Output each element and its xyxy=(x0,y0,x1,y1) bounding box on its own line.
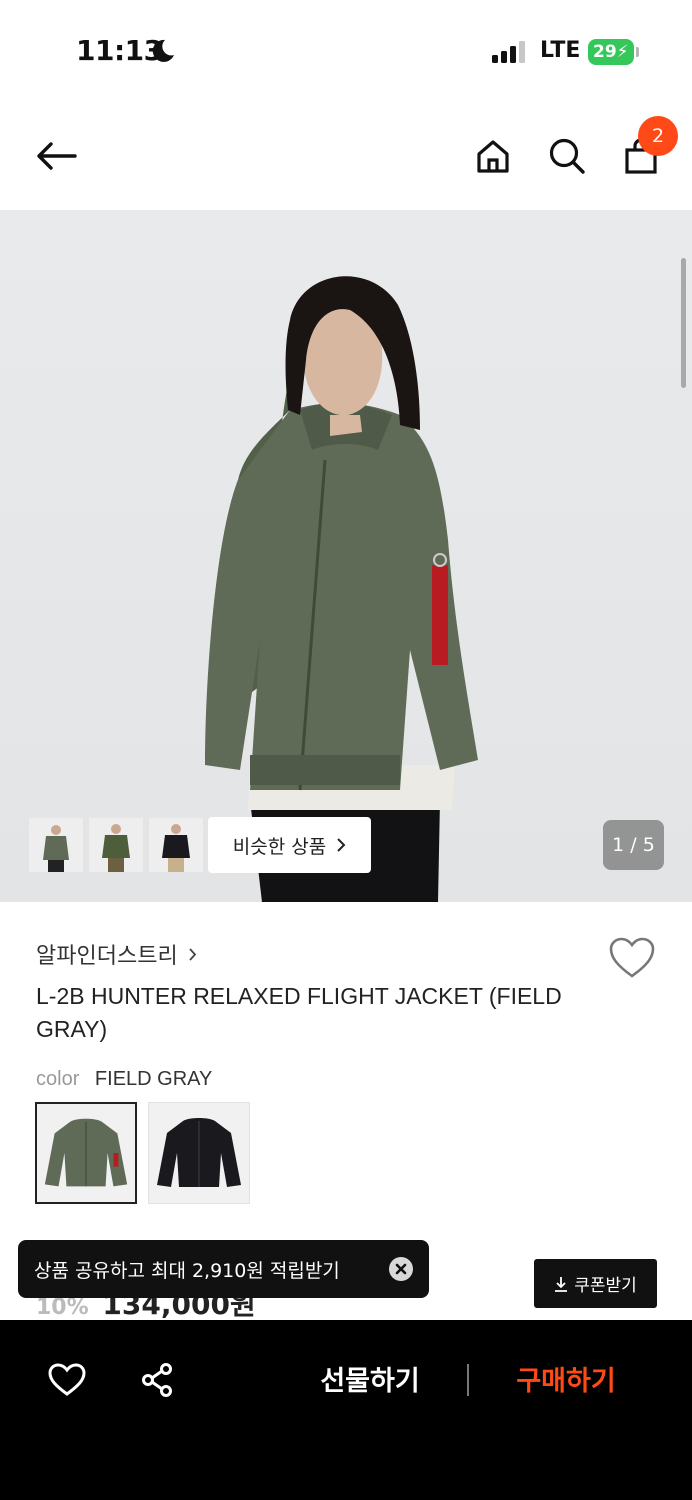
battery-indicator: 29⚡ xyxy=(588,39,634,65)
scroll-indicator[interactable] xyxy=(681,258,686,388)
back-arrow-icon xyxy=(37,142,77,170)
toast-close-button[interactable] xyxy=(389,1257,413,1281)
color-row: color FIELD GRAY xyxy=(36,1068,212,1091)
color-swatch-field-gray[interactable] xyxy=(35,1102,137,1204)
thumbnail-image xyxy=(29,818,83,872)
share-reward-toast[interactable]: 상품 공유하고 최대 2,910원 적립받기 xyxy=(18,1240,429,1298)
cart-count-badge: 2 xyxy=(638,116,678,156)
network-label: LTE xyxy=(540,38,581,63)
buy-button[interactable]: 구매하기 xyxy=(496,1360,636,1404)
home-icon xyxy=(477,140,509,173)
color-value: FIELD GRAY xyxy=(94,1068,213,1090)
color-label: color xyxy=(36,1068,80,1090)
chevron-right-icon xyxy=(189,947,196,961)
coupon-download-button[interactable]: 쿠폰받기 xyxy=(534,1259,657,1308)
status-bar: 11:13 LTE 29⚡ xyxy=(0,0,692,100)
thumbnail[interactable] xyxy=(149,818,203,872)
thumbnail-image xyxy=(149,818,203,872)
chevron-right-icon xyxy=(337,838,346,852)
similar-products-label: 비슷한 상품 xyxy=(232,835,327,858)
thumbnail[interactable] xyxy=(89,818,143,872)
thumbnail[interactable] xyxy=(29,818,83,872)
bottom-action-bar: 선물하기 구매하기 xyxy=(0,1320,692,1500)
share-button[interactable] xyxy=(135,1358,179,1402)
wishlist-heart-icon[interactable] xyxy=(608,936,656,980)
brand-name: 알파인더스트리 xyxy=(36,944,178,969)
close-icon xyxy=(395,1263,407,1275)
jacket-image xyxy=(44,1118,128,1187)
download-icon xyxy=(555,1276,568,1292)
product-title: L-2B HUNTER RELAXED FLIGHT JACKET (FIELD… xyxy=(36,983,562,1042)
battery-tip xyxy=(636,47,639,57)
product-image[interactable] xyxy=(0,210,692,902)
brand-link[interactable]: 알파인더스트리 xyxy=(36,938,197,970)
image-pager: 1 / 5 xyxy=(603,820,664,870)
coupon-label: 쿠폰받기 xyxy=(574,1276,637,1296)
search-button[interactable] xyxy=(545,134,589,178)
back-button[interactable] xyxy=(34,134,78,178)
color-swatch-black[interactable] xyxy=(148,1102,250,1204)
divider xyxy=(467,1364,469,1396)
discount-rate: 10% xyxy=(36,1295,89,1320)
charging-icon: ⚡ xyxy=(616,42,629,62)
jacket-image xyxy=(157,1118,241,1187)
gift-button[interactable]: 선물하기 xyxy=(300,1360,440,1404)
signal-icon xyxy=(492,41,525,63)
wishlist-button[interactable] xyxy=(45,1358,89,1402)
heart-icon xyxy=(48,1363,86,1396)
search-icon xyxy=(549,138,585,174)
moon-icon xyxy=(152,39,174,62)
home-button[interactable] xyxy=(471,134,515,178)
battery-level: 29 xyxy=(593,42,617,62)
thumbnail-image xyxy=(89,818,143,872)
model-photo xyxy=(205,276,478,902)
toast-message: 상품 공유하고 최대 2,910원 적립받기 xyxy=(34,1259,340,1282)
app-header xyxy=(0,100,692,210)
similar-products-button[interactable]: 비슷한 상품 xyxy=(208,817,371,873)
share-icon xyxy=(142,1363,172,1397)
